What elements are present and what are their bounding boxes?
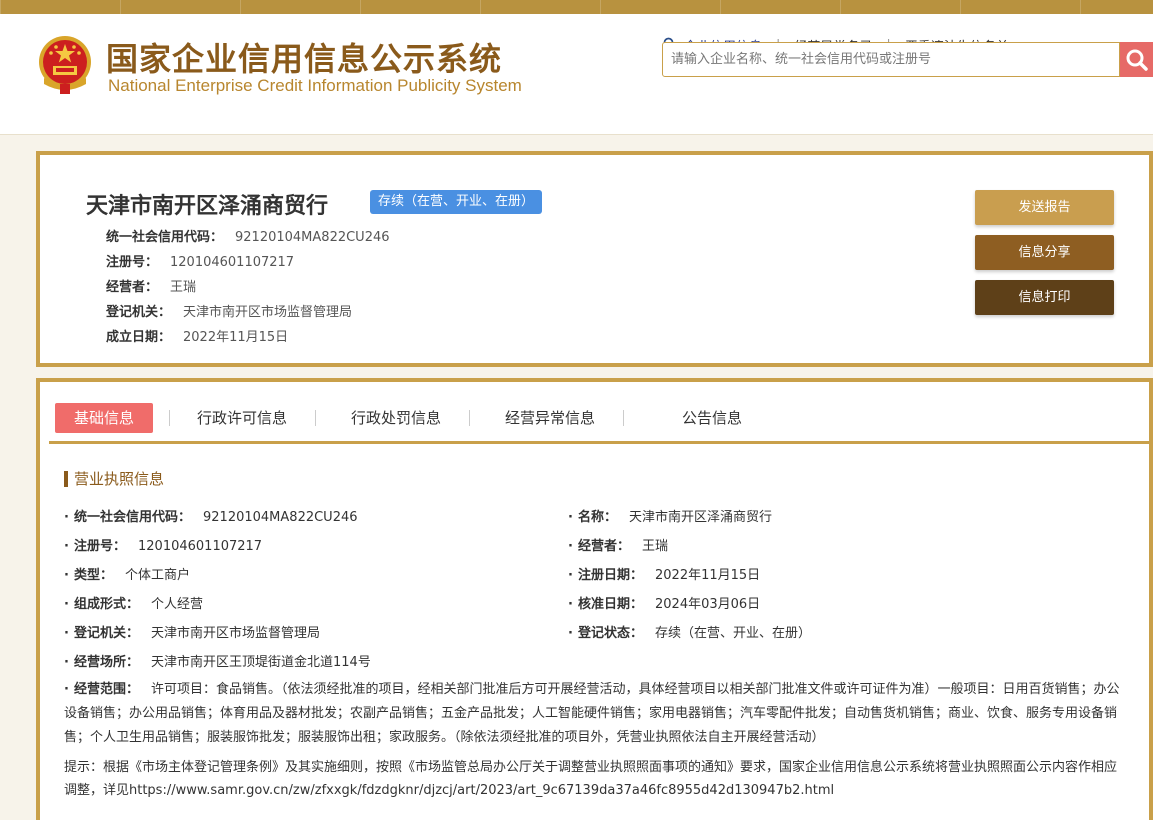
bullet: · [64,626,69,641]
company-summary-card: 天津市南开区泽涌商贸行 存续（在营、开业、在册） 统一社会信用代码： 921201… [36,151,1153,367]
field-label: 类型： [74,568,114,583]
row-label: 统一社会信用代码： [106,230,224,245]
summary-row-reg-no: 注册号： 120104601107217 [106,251,294,270]
bullet: · [568,510,573,525]
tab-admin-license[interactable]: 行政许可信息 [185,403,299,433]
field-reg-status: · 登记状态： 存续（在营、开业、在册） [568,622,811,641]
field-value: 个人经营 [151,597,204,612]
notice-tip: 提示：根据《市场主体登记管理条例》及其实施细则，按照《市场监管总局办公厅关于调整… [64,760,1118,798]
row-label: 登记机关： [106,305,172,320]
row-label: 经营者： [106,280,159,295]
row-label: 注册号： [106,255,159,270]
field-reg-no: · 注册号： 120104601107217 [64,535,262,554]
field-reg-date: · 注册日期： 2022年11月15日 [568,564,760,583]
field-label: 登记机关： [74,626,140,641]
field-business-address: · 经营场所： 天津市南开区王顶堤街道金北道114号 [64,651,371,670]
row-value: 92120104MA822CU246 [235,230,390,245]
status-badge: 存续（在营、开业、在册） [370,190,543,214]
field-name: · 名称： 天津市南开区泽涌商贸行 [568,506,772,525]
national-emblem-icon [39,36,91,94]
row-value: 天津市南开区市场监督管理局 [183,305,353,320]
bullet: · [64,510,69,525]
field-label: 组成形式： [74,597,140,612]
row-value: 120104601107217 [170,255,295,270]
summary-row-credit-code: 统一社会信用代码： 92120104MA822CU246 [106,226,390,245]
info-tabs: 基础信息 行政许可信息 行政处罚信息 经营异常信息 公告信息 [49,386,1153,444]
top-bar-pattern [0,0,1153,14]
bullet: · [64,568,69,583]
field-label: 登记状态： [578,626,644,641]
tab-abnormal-operation[interactable]: 经营异常信息 [493,403,607,433]
field-composition: · 组成形式： 个人经营 [64,593,203,612]
tab-divider [469,410,470,426]
summary-row-operator: 经营者： 王瑞 [106,276,196,295]
tab-admin-penalty[interactable]: 行政处罚信息 [339,403,453,433]
search-input[interactable] [663,43,1119,76]
field-label: 统一社会信用代码： [74,510,192,525]
field-value: 天津市南开区市场监督管理局 [151,626,321,641]
search-button[interactable] [1120,42,1153,77]
field-value: 120104601107217 [138,539,263,554]
field-label: 经营范围： [74,682,140,697]
field-value: 存续（在营、开业、在册） [655,626,812,641]
section-title-text: 营业执照信息 [74,470,165,488]
bullet: · [568,597,573,612]
site-title-en: National Enterprise Credit Information P… [108,76,522,95]
bullet: · [568,626,573,641]
section-bar [64,470,68,487]
field-label: 注册日期： [578,568,644,583]
tab-announcement[interactable]: 公告信息 [667,403,757,433]
field-label: 经营场所： [74,655,140,670]
bullet: · [64,682,69,697]
summary-row-founded: 成立日期： 2022年11月15日 [106,326,288,345]
details-panel: 基础信息 行政许可信息 行政处罚信息 经营异常信息 公告信息 营业执照信息 · 统… [36,378,1153,820]
summary-row-authority: 登记机关： 天津市南开区市场监督管理局 [106,301,352,320]
field-label: 注册号： [74,539,127,554]
row-value: 2022年11月15日 [183,330,289,345]
share-info-button[interactable]: 信息分享 [975,235,1114,270]
business-scope: · 经营范围： 许可项目：食品销售。（依法须经批准的项目，经相关部门批准后方可开展经… [64,678,1124,750]
search-field [662,42,1120,77]
tab-basic-info[interactable]: 基础信息 [55,403,153,433]
tab-divider [623,410,624,426]
field-approval-date: · 核准日期： 2024年03月06日 [568,593,760,612]
field-value: 2024年03月06日 [655,597,761,612]
field-label: 经营者： [578,539,631,554]
bullet: · [568,539,573,554]
bullet: · [64,655,69,670]
field-operator: · 经营者： 王瑞 [568,535,668,554]
row-label: 成立日期： [106,330,172,345]
site-title-cn: 国家企业信用信息公示系统 [106,40,503,78]
field-label: 核准日期： [578,597,644,612]
field-value: 天津市南开区泽涌商贸行 [629,510,773,525]
field-value: 天津市南开区王顶堤街道金北道114号 [151,655,371,670]
search-icon [1126,49,1148,71]
send-report-button[interactable]: 发送报告 [975,190,1114,225]
row-value: 王瑞 [170,280,197,295]
field-value: 许可项目：食品销售。（依法须经批准的项目，经相关部门批准后方可开展经营活动，具体… [64,682,1120,745]
bullet: · [568,568,573,583]
field-credit-code: · 统一社会信用代码： 92120104MA822CU246 [64,506,358,525]
bullet: · [64,539,69,554]
company-name: 天津市南开区泽涌商贸行 [86,194,329,219]
tab-divider [169,410,170,426]
field-value: 王瑞 [642,539,669,554]
tab-divider [315,410,316,426]
field-value: 个体工商户 [125,568,191,583]
field-value: 92120104MA822CU246 [203,510,358,525]
bullet: · [64,597,69,612]
field-value: 2022年11月15日 [655,568,761,583]
section-title: 营业执照信息 [64,468,164,489]
field-label: 名称： [578,510,618,525]
field-type: · 类型： 个体工商户 [64,564,190,583]
print-info-button[interactable]: 信息打印 [975,280,1114,315]
field-authority: · 登记机关： 天津市南开区市场监督管理局 [64,622,320,641]
